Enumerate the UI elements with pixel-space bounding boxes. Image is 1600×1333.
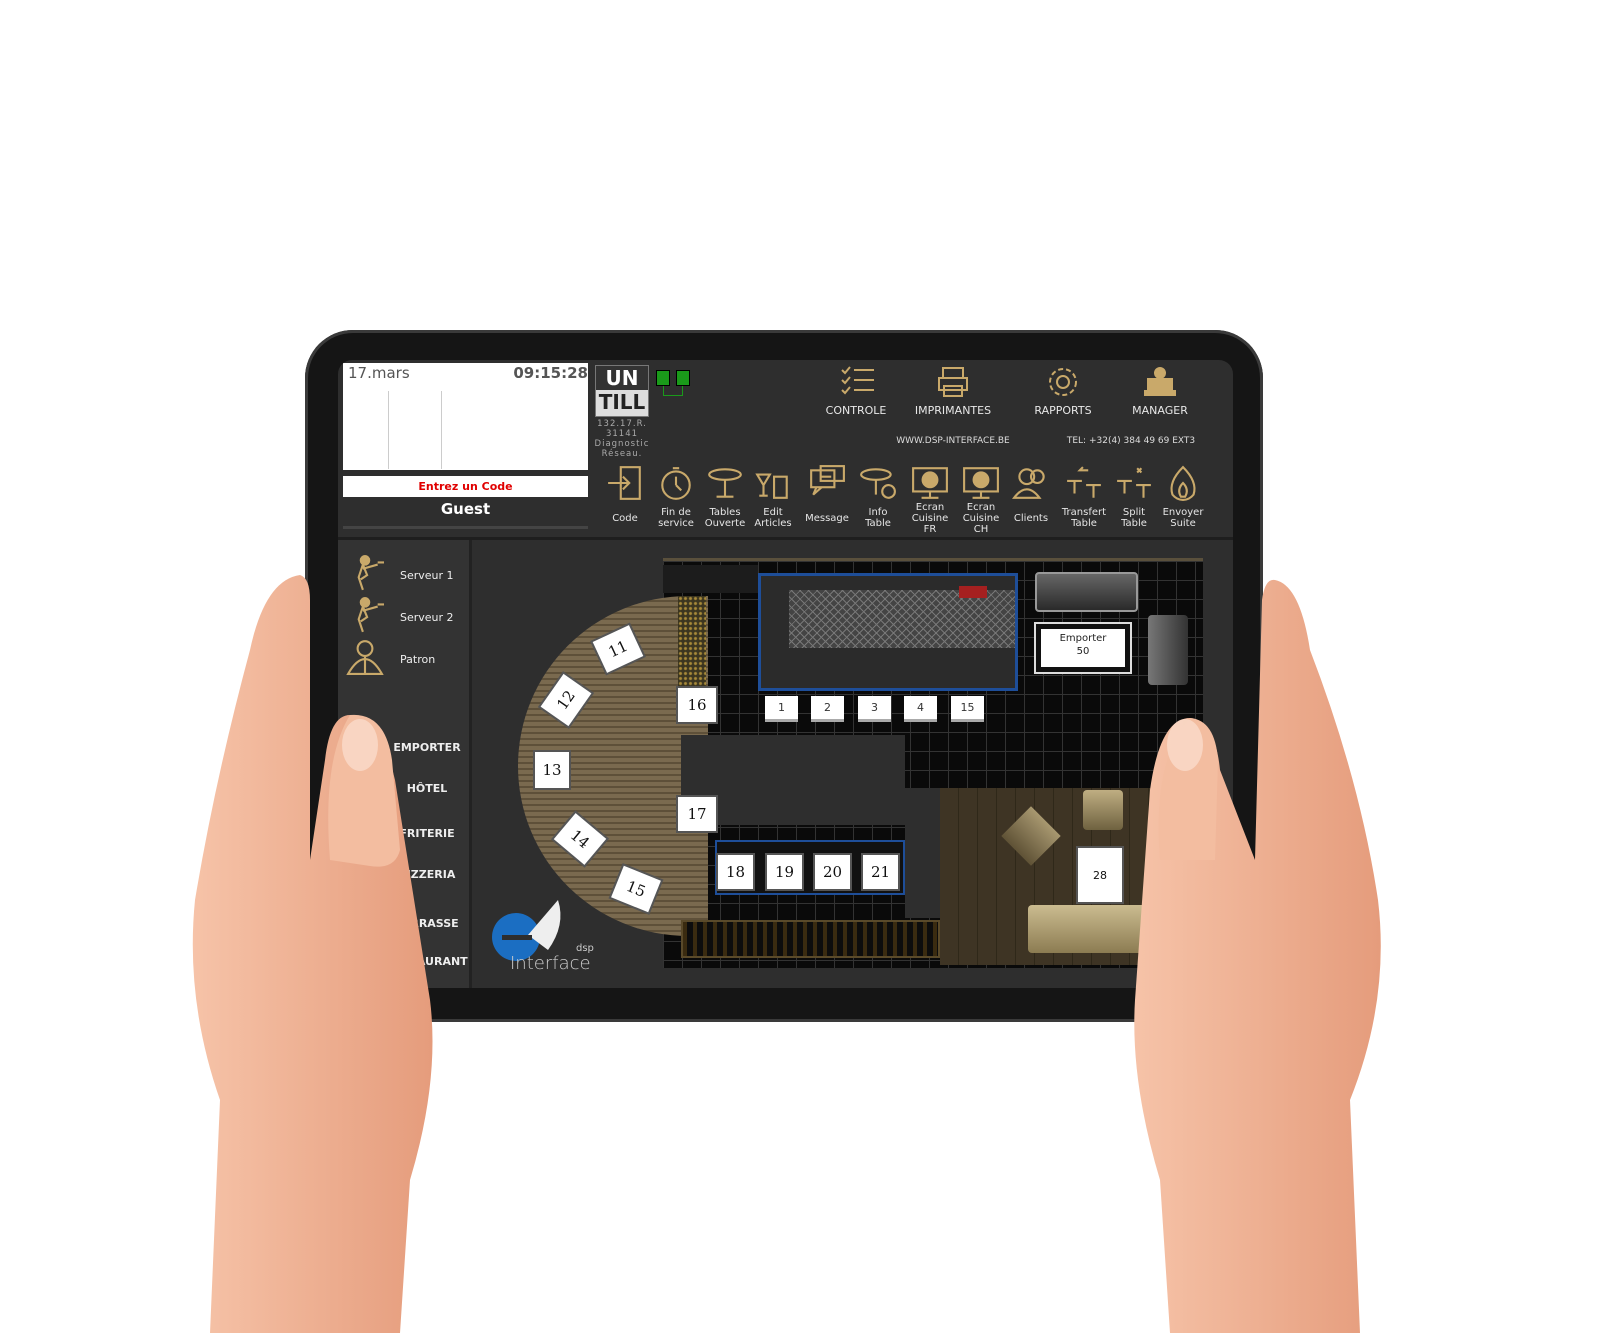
hands-overlay — [192, 575, 1381, 1333]
